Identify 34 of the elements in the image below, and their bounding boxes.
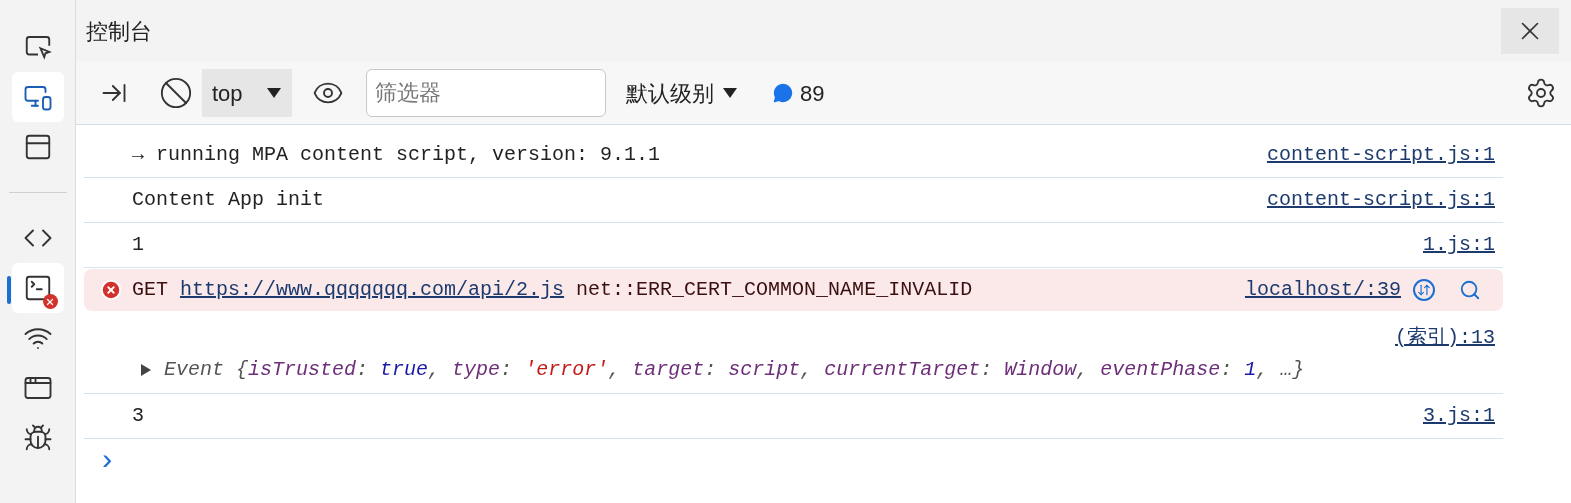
clear-icon <box>159 76 193 110</box>
source-link[interactable]: (索引):13 <box>1395 323 1495 353</box>
object-preview[interactable]: Event {isTrusted: true, type: 'error', target: script, currentTarget: Window, eventPhase: 1, …} <box>164 355 1305 385</box>
filter-field[interactable]: 筛选器 <box>366 69 606 117</box>
message-icon <box>772 82 794 104</box>
expand-triangle-icon[interactable] <box>140 363 152 377</box>
source-link[interactable]: localhost/:39 <box>1244 275 1401 305</box>
panel-title: 控制台 <box>86 17 152 46</box>
network-request-icon[interactable] <box>1413 279 1435 301</box>
active-indicator <box>6 276 11 304</box>
source-link[interactable]: content-script.js:1 <box>1266 185 1495 215</box>
sidebar-tool-button[interactable] <box>11 263 64 313</box>
source-link[interactable]: content-script.js:1 <box>1266 140 1495 170</box>
request-url-link[interactable]: https://www.qqqqqqq.com/api/2.js <box>180 275 565 305</box>
close-button[interactable] <box>1501 8 1559 54</box>
log-message: → running MPA content script, version: 9.1.1 <box>132 142 661 168</box>
level-dropdown[interactable]: 默认级别 <box>626 71 738 115</box>
error-method: GET <box>132 277 168 303</box>
search-icon[interactable] <box>1459 279 1481 301</box>
settings-icon <box>1525 77 1557 109</box>
caret-icon <box>266 87 282 99</box>
log-message: 1 <box>132 232 144 258</box>
context-dropdown[interactable]: top <box>202 69 292 117</box>
source-link[interactable]: 3.js:1 <box>1423 401 1495 431</box>
source-link[interactable]: 1.js:1 <box>1423 230 1495 260</box>
error-text: net::ERR_CERT_COMMON_NAME_INVALID <box>576 277 973 303</box>
sidebar-tool-button[interactable] <box>11 72 64 122</box>
log-message: 3 <box>132 403 144 429</box>
caret-icon <box>722 87 738 99</box>
message-count: 89 <box>800 79 825 108</box>
log-message: Content App init <box>132 187 325 213</box>
console-prompt: › <box>98 442 116 480</box>
bug-icon <box>22 423 53 453</box>
error-icon <box>100 279 122 301</box>
